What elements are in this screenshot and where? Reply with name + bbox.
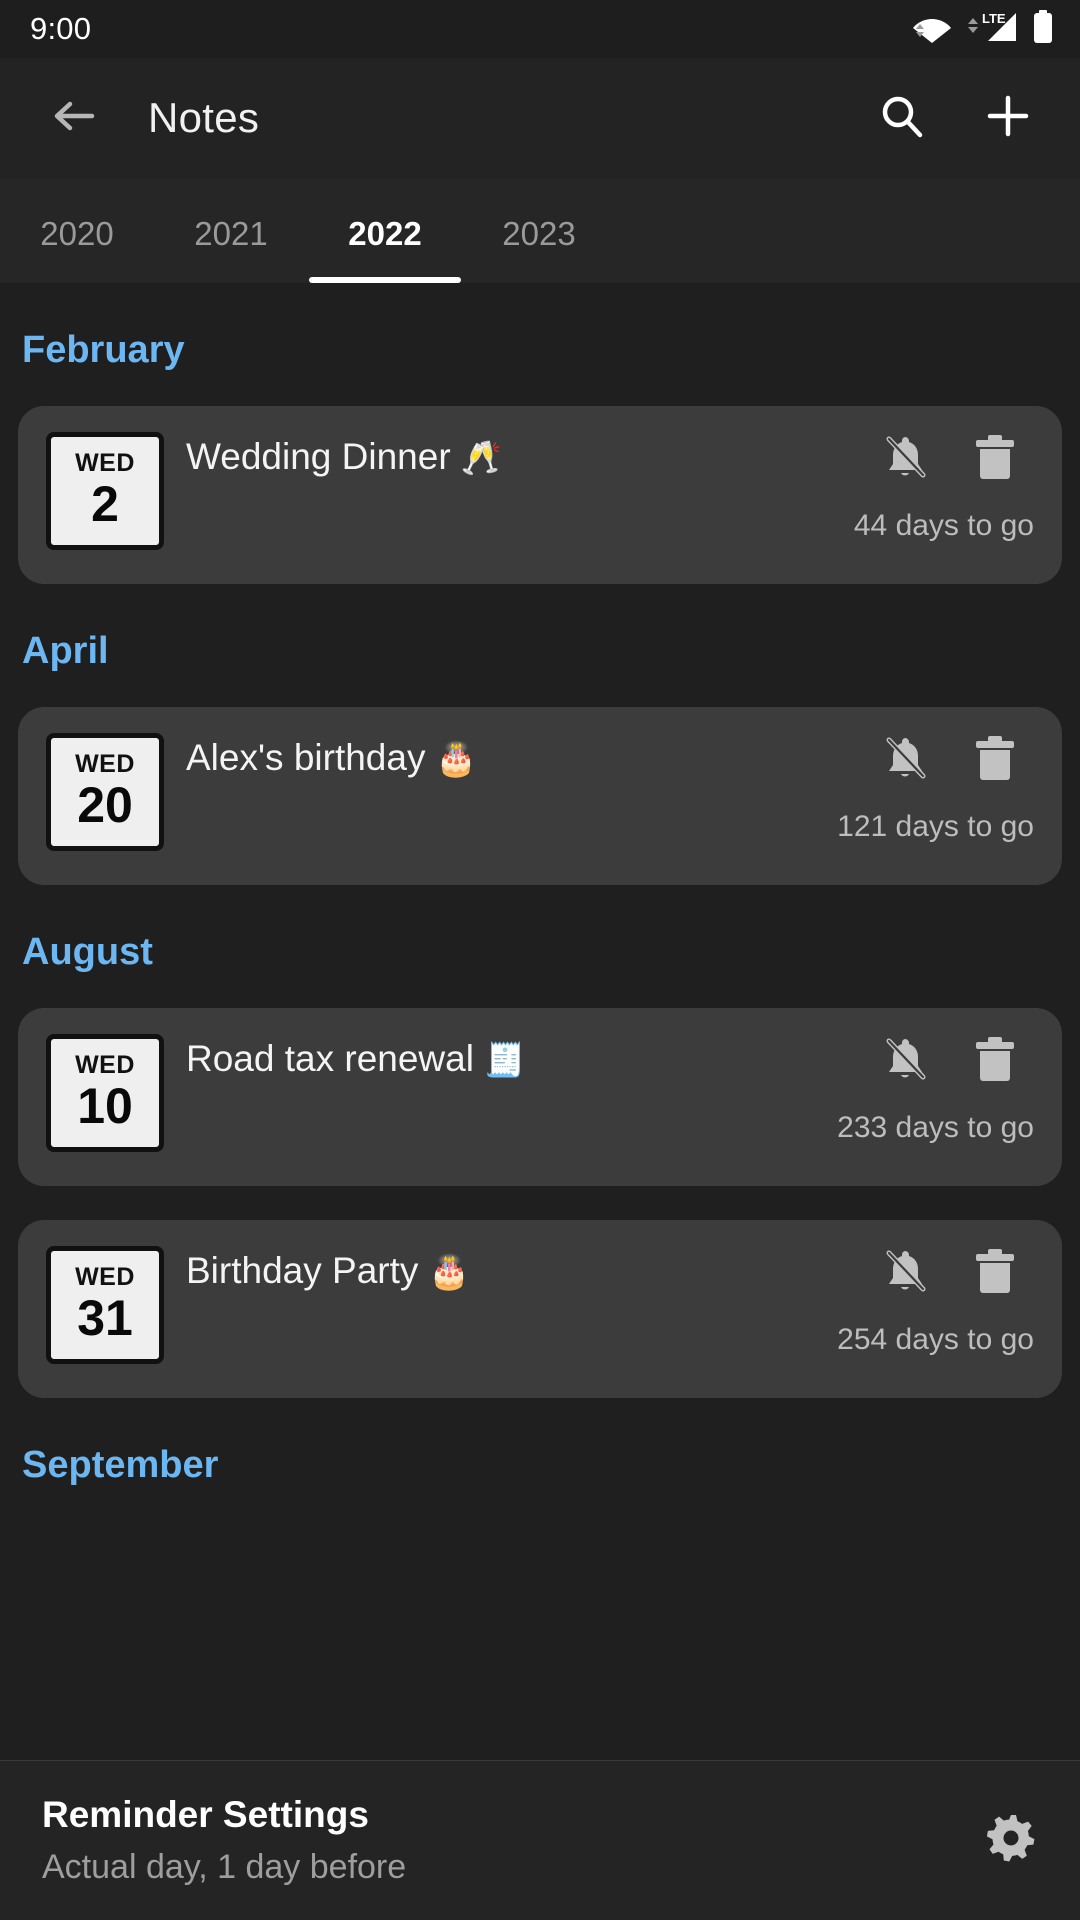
note-title-text: Road tax renewal	[186, 1038, 474, 1079]
date-badge-weekday: WED	[75, 1051, 135, 1080]
note-card-birthday-party[interactable]: WED 31 Birthday Party 🎂 254 days to go	[18, 1220, 1062, 1398]
status-bar-icons: LTE	[912, 9, 1054, 50]
bell-off-icon[interactable]	[878, 731, 932, 790]
note-emoji: 🎂	[428, 1253, 470, 1290]
add-note-button[interactable]	[972, 82, 1044, 154]
date-badge-weekday: WED	[75, 449, 135, 478]
trash-icon[interactable]	[970, 731, 1020, 790]
search-icon	[876, 90, 928, 147]
trash-icon[interactable]	[970, 1244, 1020, 1303]
settings-button[interactable]	[982, 1809, 1040, 1872]
note-card-alexs-birthday[interactable]: WED 20 Alex's birthday 🎂 121 days to go	[18, 707, 1062, 885]
notes-list[interactable]: February WED 2 Wedding Dinner 🥂 44 days …	[0, 283, 1080, 1920]
note-title-text: Wedding Dinner	[186, 436, 451, 477]
app-bar: Notes	[0, 58, 1080, 178]
note-card-wedding-dinner[interactable]: WED 2 Wedding Dinner 🥂 44 days to go	[18, 406, 1062, 584]
reminder-settings-text: Reminder Settings Actual day, 1 day befo…	[42, 1794, 406, 1887]
note-emoji: 🥂	[460, 439, 503, 476]
month-heading-september: September	[22, 1444, 219, 1486]
note-actions	[878, 1244, 1034, 1303]
date-badge: WED 31	[46, 1246, 164, 1364]
status-bar-clock: 9:00	[30, 11, 92, 46]
date-badge-day: 2	[91, 476, 119, 533]
page-title: Notes	[148, 94, 260, 141]
note-countdown: 121 days to go	[837, 810, 1034, 843]
date-badge-weekday: WED	[75, 750, 135, 779]
month-heading-april: April	[22, 630, 109, 672]
note-actions-area: 233 days to go	[837, 1032, 1034, 1145]
tab-2023[interactable]: 2023	[462, 215, 616, 283]
note-countdown: 254 days to go	[837, 1323, 1034, 1356]
wifi-icon	[912, 10, 952, 49]
reminder-settings-subtitle: Actual day, 1 day before	[42, 1848, 407, 1886]
month-heading-august: August	[22, 931, 153, 973]
date-badge-day: 31	[77, 1290, 133, 1347]
month-heading-february: February	[22, 329, 185, 371]
note-emoji: 🧾	[484, 1041, 526, 1078]
reminder-settings-bar[interactable]: Reminder Settings Actual day, 1 day befo…	[0, 1760, 1080, 1920]
note-actions	[878, 1032, 1034, 1091]
date-badge: WED 20	[46, 733, 164, 851]
status-bar: 9:00 LTE	[0, 0, 1080, 58]
date-badge: WED 10	[46, 1034, 164, 1152]
note-actions-area: 121 days to go	[837, 731, 1034, 844]
tab-2020[interactable]: 2020	[0, 215, 154, 283]
bell-off-icon[interactable]	[878, 1244, 932, 1303]
bell-off-icon[interactable]	[878, 1032, 932, 1091]
search-button[interactable]	[866, 82, 938, 154]
trash-icon[interactable]	[970, 430, 1020, 489]
bell-off-icon[interactable]	[878, 430, 932, 489]
plus-icon	[982, 90, 1034, 147]
note-actions	[878, 731, 1034, 790]
date-badge-weekday: WED	[75, 1263, 135, 1292]
note-title-text: Alex's birthday	[186, 737, 426, 778]
cellular-signal-icon: LTE	[966, 9, 1018, 50]
tab-2021[interactable]: 2021	[154, 215, 308, 283]
year-tab-bar: 2020 2021 2022 2023	[0, 178, 1080, 283]
battery-icon	[1032, 9, 1054, 50]
back-button[interactable]	[38, 82, 110, 154]
note-title-text: Birthday Party	[186, 1250, 419, 1291]
date-badge-day: 10	[77, 1078, 133, 1135]
note-countdown: 44 days to go	[853, 509, 1034, 542]
svg-text:LTE: LTE	[982, 11, 1006, 26]
date-badge-day: 20	[77, 777, 133, 834]
note-emoji: 🎂	[435, 740, 477, 777]
gear-icon	[982, 1815, 1040, 1871]
app-bar-actions	[866, 82, 1044, 154]
tab-2022[interactable]: 2022	[308, 215, 462, 283]
note-card-road-tax-renewal[interactable]: WED 10 Road tax renewal 🧾 233 days to go	[18, 1008, 1062, 1186]
reminder-settings-title: Reminder Settings	[42, 1794, 369, 1835]
note-actions-area: 44 days to go	[854, 430, 1034, 543]
note-countdown: 233 days to go	[837, 1111, 1034, 1144]
back-arrow-icon	[48, 90, 100, 147]
trash-icon[interactable]	[970, 1032, 1020, 1091]
note-actions-area: 254 days to go	[837, 1244, 1034, 1357]
note-actions	[878, 430, 1034, 489]
date-badge: WED 2	[46, 432, 164, 550]
